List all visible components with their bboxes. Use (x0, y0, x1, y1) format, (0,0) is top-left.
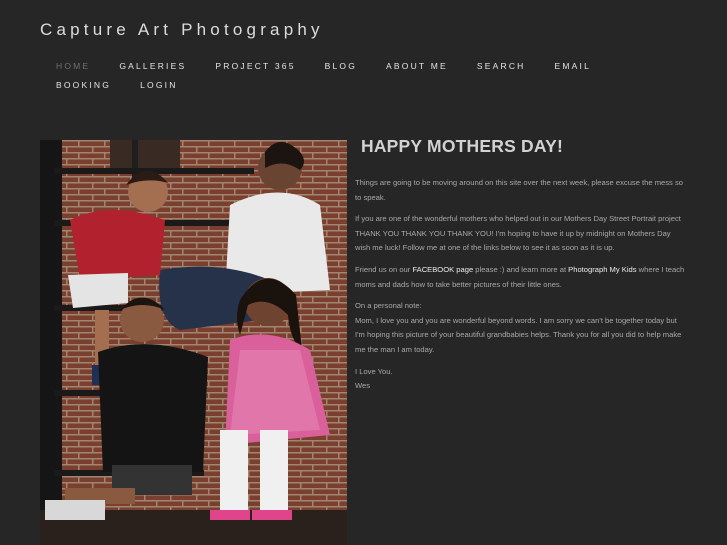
post-paragraph: On a personal note: Mom, I love you and y… (355, 299, 685, 357)
site-title[interactable]: Capture Art Photography (40, 20, 324, 40)
family-photo-illustration (40, 140, 347, 545)
nav-email[interactable]: EMAIL (555, 60, 592, 72)
post-signature: Wes (355, 381, 371, 391)
facebook-link[interactable]: FACEBOOK page (412, 265, 473, 274)
nav-login[interactable]: LOGIN (140, 79, 177, 91)
nav-galleries[interactable]: GALLERIES (119, 60, 186, 72)
post-text: On a personal note: (355, 301, 422, 311)
post-text: I Love You. (355, 366, 393, 376)
post-title[interactable]: HAPPY MOTHERS DAY! (361, 136, 685, 157)
post-text: please :) and learn more at (473, 264, 569, 274)
post-text: Friend us on our (355, 264, 413, 274)
post-text: Mom, I love you and you are wonderful be… (355, 315, 682, 354)
nav-search[interactable]: SEARCH (477, 60, 526, 72)
blog-post: HAPPY MOTHERS DAY! Things are going to b… (355, 136, 685, 401)
post-paragraph: Friend us on our FACEBOOK page please :)… (355, 263, 685, 292)
main-nav: HOME GALLERIES PROJECT 365 BLOG ABOUT ME… (56, 60, 696, 91)
post-paragraph: Things are going to be moving around on … (355, 178, 683, 202)
nav-project-365[interactable]: PROJECT 365 (215, 60, 295, 72)
nav-home[interactable]: HOME (56, 60, 90, 72)
nav-about-me[interactable]: ABOUT ME (386, 60, 448, 72)
nav-blog[interactable]: BLOG (325, 60, 357, 72)
post-paragraph: I Love You. Wes (355, 365, 685, 394)
nav-booking[interactable]: BOOKING (56, 79, 111, 91)
featured-photo (40, 140, 347, 545)
photograph-my-kids-link[interactable]: Photograph My Kids (568, 265, 636, 274)
post-paragraph: If you are one of the wonderful mothers … (355, 214, 681, 253)
